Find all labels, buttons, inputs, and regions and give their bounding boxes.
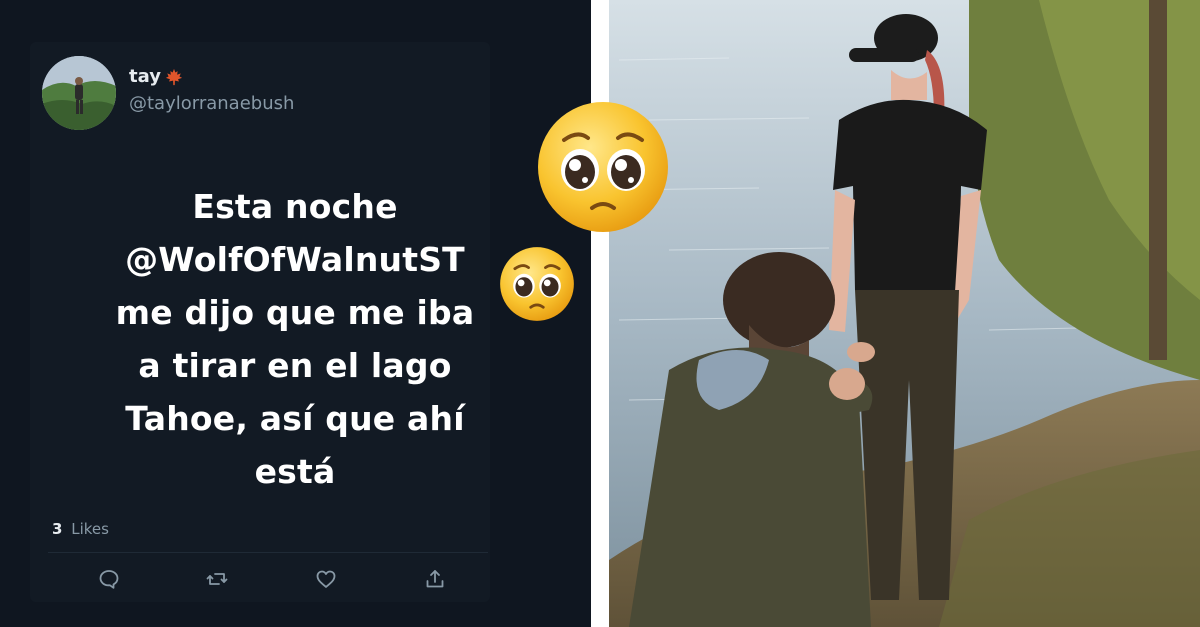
- tweet-text-line: me dijo que me iba: [115, 293, 475, 332]
- avatar-photo: [42, 56, 116, 130]
- proposal-photo: [609, 0, 1200, 627]
- like-button[interactable]: [311, 564, 341, 594]
- reply-icon: [99, 570, 119, 589]
- retweet-button[interactable]: [202, 564, 232, 594]
- man-kneeling-proposal-by-lake-photo: [609, 0, 1200, 627]
- display-name[interactable]: tay: [129, 66, 161, 88]
- retweet-icon: [206, 573, 228, 585]
- tweet-text-line: a tirar en el lago: [138, 346, 452, 385]
- divider: [48, 552, 488, 553]
- likes-row[interactable]: 3 Likes: [52, 520, 109, 538]
- tweet-text-line: Esta noche: [192, 187, 398, 226]
- reply-button[interactable]: [94, 564, 124, 594]
- share-icon: [426, 570, 444, 588]
- pleading-face-emoji-small: [499, 246, 575, 322]
- tweet-author: tay @taylorranaebush: [129, 66, 294, 116]
- tweet-text-line: Tahoe, así que ahí: [125, 399, 465, 438]
- tweet-mention[interactable]: @WolfOfWalnutST: [70, 233, 520, 286]
- tweet-text-line: está: [254, 452, 336, 491]
- likes-label: Likes: [71, 520, 109, 538]
- user-handle[interactable]: @taylorranaebush: [129, 92, 294, 116]
- like-icon: [316, 570, 336, 588]
- avatar[interactable]: [42, 56, 116, 130]
- display-name-row[interactable]: tay: [129, 66, 294, 88]
- maple-leaf-icon: [165, 68, 183, 86]
- share-button[interactable]: [420, 564, 450, 594]
- likes-count: 3: [52, 520, 63, 538]
- panel-gutter: [591, 0, 609, 627]
- tweet-actions: [94, 564, 454, 594]
- pleading-face-emoji-large: [536, 100, 670, 234]
- tweet-text: Esta noche @WolfOfWalnutST me dijo que m…: [70, 180, 520, 498]
